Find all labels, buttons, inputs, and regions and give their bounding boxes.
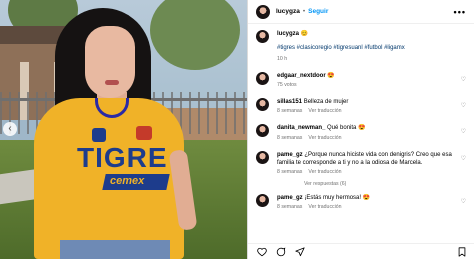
comment-time: 8 semanas [277, 203, 303, 210]
comments-list: lucygza 😊 #tigres #clasicoregio #tigresu… [248, 24, 474, 211]
jeans [60, 240, 170, 259]
caption: lucygza 😊 #tigres #clasicoregio #tigresu… [256, 30, 466, 63]
avatar[interactable] [256, 193, 269, 207]
share-icon[interactable] [294, 246, 305, 257]
more-options-icon[interactable]: ••• [454, 7, 466, 17]
translate-link[interactable]: Ver traducción [308, 169, 341, 175]
heart-icon[interactable]: ♡ [461, 198, 466, 205]
heart-icon[interactable]: ♡ [461, 155, 466, 162]
heart-icon[interactable] [256, 246, 267, 257]
comment-username[interactable]: edgaar_nextdoor [277, 73, 326, 79]
comment-username[interactable]: danita_newman_ [277, 125, 325, 131]
avatar[interactable] [256, 4, 270, 19]
comment-meta: 8 semanas Ver traducción [277, 108, 455, 115]
comment-time: 8 semanas [277, 168, 303, 175]
comment-icon[interactable] [275, 246, 286, 257]
comment: sillas151 Belleza de mujer 8 semanas Ver … [256, 98, 466, 115]
comment: pame_gz ¿Porque nunca hiciste vida con d… [256, 150, 466, 176]
comment-time: 8 semanas [277, 134, 303, 141]
shirt-brand-text: TIGRE [77, 142, 168, 173]
translate-link[interactable]: Ver traducción [308, 204, 341, 210]
club-crest [136, 126, 152, 140]
comment-text: Belleza de mujer [303, 99, 349, 106]
post-sidebar: lucygza • Seguir ••• lucygza 😊 #tigres #… [247, 0, 474, 259]
avatar[interactable] [256, 72, 269, 86]
comment-username[interactable]: pame_gz [277, 152, 303, 158]
avatar[interactable] [256, 124, 269, 138]
comment-text: Qué bonita 😍 [327, 125, 366, 132]
caption-hashtags[interactable]: #tigres #clasicoregio #tigresuanl #futbo… [277, 44, 455, 52]
post-photo[interactable]: TIGRE cemex ‹ [0, 0, 247, 259]
comment-meta: 8 semanas Ver traducción [277, 169, 455, 176]
heart-icon[interactable]: ♡ [461, 102, 466, 109]
comment-body: danita_newman_ Qué bonita 😍 8 semanas Ver… [277, 124, 455, 141]
avatar[interactable] [256, 150, 269, 164]
comment: danita_newman_ Qué bonita 😍 8 semanas Ver… [256, 124, 466, 141]
comment-username[interactable]: pame_gz [277, 195, 303, 201]
comment-time: 8 semanas [277, 108, 303, 115]
face [85, 26, 135, 98]
comment-username[interactable]: sillas151 [277, 99, 302, 105]
avatar[interactable] [256, 30, 269, 43]
view-replies-link[interactable]: Ver respuestas (6) [304, 181, 466, 187]
post-actions [248, 243, 474, 259]
comment-body: edgaar_nextdoor 😍 75 votos [277, 72, 455, 89]
follow-button[interactable]: Seguir [308, 8, 328, 15]
comment-body: pame_gz ¿Porque nunca hiciste vida con d… [277, 151, 455, 176]
separator-dot: • [302, 8, 306, 15]
comment: edgaar_nextdoor 😍 75 votos ♡ [256, 72, 466, 89]
brand-logo [92, 128, 106, 142]
translate-link[interactable]: Ver traducción [308, 108, 341, 114]
comment-meta: 8 semanas Ver traducción [277, 135, 455, 142]
heart-icon[interactable]: ♡ [461, 128, 466, 135]
caption-username[interactable]: lucygza [277, 31, 299, 37]
prev-photo-icon[interactable]: ‹ [3, 122, 17, 136]
avatar[interactable] [256, 98, 269, 112]
comment: pame_gz ¡Estás muy hermosa! 😍 8 semanas V… [256, 193, 466, 211]
caption-body: lucygza 😊 #tigres #clasicoregio #tigresu… [277, 30, 455, 63]
comment-text: ¡Estás muy hermosa! 😍 [304, 194, 371, 201]
caption-time: 10 h [277, 56, 288, 63]
comment-text: 😍 [327, 73, 335, 80]
caption-text: 😊 [300, 31, 309, 37]
heart-icon[interactable]: ♡ [461, 76, 466, 83]
bookmark-icon[interactable] [456, 246, 467, 257]
sponsor-text: cemex [110, 175, 145, 187]
comment-text: ¿Porque nunca hiciste vida con denigris?… [277, 151, 452, 166]
instagram-post: TIGRE cemex ‹ lucygza • Seguir ••• lucyg… [0, 0, 474, 259]
comment-votes[interactable]: 75 votos [277, 82, 297, 88]
comment-body: pame_gz ¡Estás muy hermosa! 😍 8 semanas V… [277, 194, 455, 211]
translate-link[interactable]: Ver traducción [308, 135, 341, 141]
post-header: lucygza • Seguir ••• [248, 0, 474, 24]
header-username[interactable]: lucygza [276, 8, 300, 15]
comment-body: sillas151 Belleza de mujer 8 semanas Ver … [277, 98, 455, 115]
comment-meta: 8 semanas Ver traducción [277, 204, 455, 211]
lips [105, 80, 119, 85]
comment-meta: 75 votos [277, 82, 455, 89]
